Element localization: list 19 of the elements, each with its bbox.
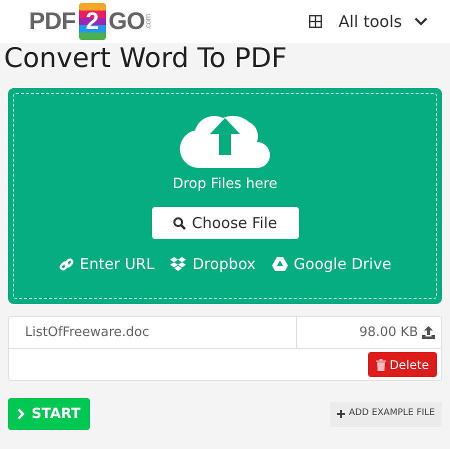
drop-hint: Drop Files here	[172, 175, 278, 194]
add-example-file-button[interactable]: ADD EXAMPLE FILE	[330, 402, 442, 426]
chevron-right-icon	[17, 408, 26, 420]
delete-button[interactable]: Delete	[368, 352, 437, 377]
plus-icon	[336, 410, 345, 418]
upload-icon[interactable]	[422, 326, 435, 339]
file-name: ListOfFreeware.doc	[25, 324, 150, 342]
drive-icon	[272, 257, 288, 272]
drop-zone[interactable]: Drop Files here Choose File Enter URL Dropbox Google Drive	[8, 88, 442, 304]
choose-file-button[interactable]: Choose File	[152, 207, 298, 239]
file-size: 98.00 KB	[359, 324, 418, 342]
link-icon	[58, 256, 74, 272]
all-tools-menu[interactable]: All tools	[309, 10, 428, 34]
grid-icon	[309, 15, 322, 28]
chevron-down-icon	[414, 17, 428, 26]
trash-icon	[376, 358, 386, 370]
search-icon	[172, 216, 186, 230]
page-title: Convert Word To PDF	[3, 44, 288, 74]
dropbox-icon	[170, 256, 186, 272]
